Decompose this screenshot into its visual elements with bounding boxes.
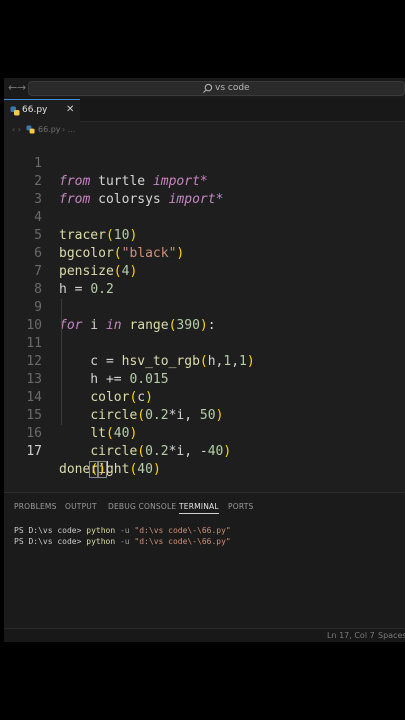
code-line: 12 color(c) <box>4 335 405 405</box>
text-cursor <box>105 461 108 475</box>
tab-label: 66.py <box>22 105 48 115</box>
forward-arrow-icon[interactable]: → <box>17 82 26 94</box>
code-line: 2 from colorsys import* <box>4 155 405 207</box>
indent-guide <box>61 317 62 335</box>
indent-guide <box>61 335 62 353</box>
tab-66-py[interactable]: 66.py ✕ <box>4 99 80 122</box>
search-icon <box>202 83 213 94</box>
code-line: 6 pensize(4) <box>4 227 405 279</box>
editor-tab-bar: 66.py ✕ <box>4 99 405 122</box>
title-bar: ← → vs code <box>4 78 405 99</box>
code-line: 7 h = 0.2 <box>4 245 405 297</box>
close-icon[interactable]: ✕ <box>66 103 74 116</box>
indent-guide <box>61 353 62 371</box>
tab-ports[interactable]: PORTS <box>228 501 253 513</box>
python-file-icon <box>10 106 20 116</box>
code-line: 9 for i in range(390): <box>4 281 405 333</box>
code-line: 10 c = hsv_to_rgb(h,1,1) <box>4 299 405 369</box>
code-editor[interactable]: 1 from turtle import* 2 from colorsys im… <box>4 137 405 492</box>
bottom-panel: PROBLEMS OUTPUT DEBUG CONSOLE TERMINAL P… <box>4 492 405 628</box>
code-line: 8 <box>4 263 405 297</box>
code-line: 14 lt(40) <box>4 371 405 441</box>
code-text: circle(0.2*i, -40) <box>90 444 232 459</box>
tab-terminal[interactable]: TERMINAL <box>179 501 219 514</box>
code-line: 1 from turtle import* <box>4 137 405 189</box>
terminal-flag: -u <box>115 537 135 546</box>
indent-guide <box>61 299 62 317</box>
search-text: vs code <box>215 83 250 93</box>
code-line: 13 circle(0.2*i, 50) <box>4 353 405 423</box>
terminal-argument: "d:\vs code\-\66.py" <box>134 537 231 546</box>
terminal-flag: -u <box>115 526 135 535</box>
terminal-command: python <box>86 537 116 546</box>
terminal-line[interactable]: PS D:\vs code> python -u "d:\vs code\-\6… <box>14 525 231 536</box>
indent-guide <box>61 389 62 407</box>
tab-debug-console[interactable]: DEBUG CONSOLE <box>108 501 176 513</box>
status-cursor-position[interactable]: Ln 17, Col 7 <box>327 630 375 641</box>
vscode-window: ← → vs code 66.py ✕ ‹ › 66.py › ... 1 fr… <box>4 78 405 642</box>
tab-output[interactable]: OUTPUT <box>65 501 97 513</box>
code-line: 15 circle(0.2*i, -40) <box>4 389 405 459</box>
code-line: 3 <box>4 173 405 207</box>
tab-problems[interactable]: PROBLEMS <box>14 501 57 513</box>
terminal-prompt: PS D:\vs code> <box>14 537 87 546</box>
code-line: 4 tracer(10) <box>4 191 405 243</box>
back-arrow-icon[interactable]: ← <box>8 82 17 94</box>
line-number: 17 <box>26 444 42 459</box>
indent-guide <box>61 371 62 389</box>
terminal-line[interactable]: PS D:\vs code> python -u "d:\vs code\-\6… <box>14 536 231 547</box>
terminal-prompt: PS D:\vs code> <box>14 526 87 535</box>
status-indentation[interactable]: Spaces <box>378 630 405 641</box>
python-file-icon <box>26 125 35 134</box>
breadcrumb-separator[interactable]: › ... <box>62 124 75 135</box>
code-text: done() <box>59 461 108 478</box>
status-bar: Ln 17, Col 7 Spaces <box>4 628 405 642</box>
terminal-command: python <box>86 526 116 535</box>
code-line: 5 bgcolor("black") <box>4 209 405 261</box>
code-line: 16 right(40) <box>4 407 405 477</box>
breadcrumb: ‹ › 66.py › ... <box>4 123 405 137</box>
code-line: 17 done() <box>4 425 405 478</box>
breadcrumb-arrows[interactable]: ‹ › <box>12 124 21 135</box>
command-center-search[interactable]: vs code <box>28 81 405 96</box>
indent-guide <box>61 407 62 425</box>
breadcrumb-file[interactable]: 66.py <box>38 124 61 135</box>
code-line: 11 h += 0.015 <box>4 317 405 387</box>
terminal-argument: "d:\vs code\-\66.py" <box>134 526 231 535</box>
